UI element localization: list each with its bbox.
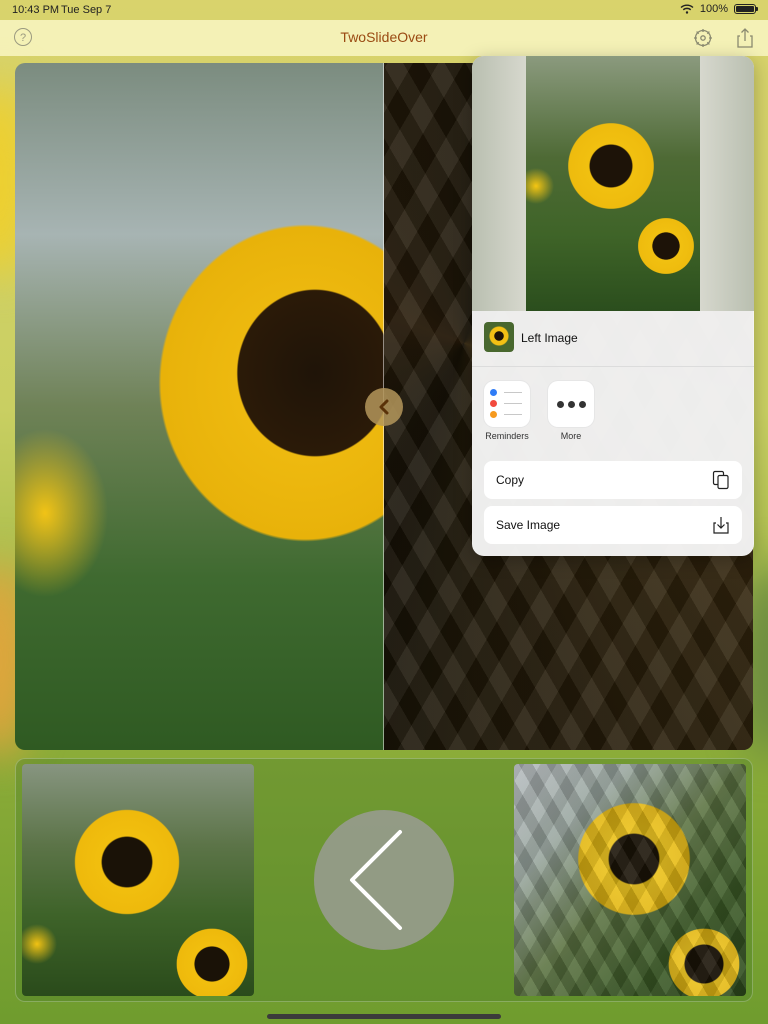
right-image-thumbnail[interactable] xyxy=(514,764,746,996)
wifi-icon xyxy=(680,4,694,14)
share-header: Left Image xyxy=(472,311,754,367)
app-title: TwoSlideOver xyxy=(340,29,428,45)
left-image-photo xyxy=(15,63,384,750)
status-bar: 10:43 PM Tue Sep 7 100% xyxy=(0,0,768,20)
save-image-label: Save Image xyxy=(496,518,561,532)
more-icon xyxy=(548,381,594,427)
chevron-left-icon xyxy=(379,399,389,415)
share-item-title: Left Image xyxy=(521,331,578,345)
battery-percent: 100% xyxy=(699,3,728,15)
reminders-icon xyxy=(484,381,530,427)
save-image-action[interactable]: Save Image xyxy=(484,506,742,544)
save-image-icon xyxy=(713,517,729,534)
chevron-left-icon xyxy=(350,830,402,930)
share-app-reminders[interactable]: Reminders xyxy=(483,381,531,441)
settings-gear-icon[interactable] xyxy=(692,27,714,49)
share-sheet: Left Image Reminders More Copy Save Imag… xyxy=(472,56,754,556)
battery-icon xyxy=(734,4,758,14)
home-indicator[interactable] xyxy=(267,1014,501,1019)
copy-action[interactable]: Copy xyxy=(484,461,742,499)
share-item-thumbnail xyxy=(484,322,514,352)
share-preview xyxy=(472,56,754,311)
left-image-thumbnail[interactable] xyxy=(22,764,254,996)
share-preview-image xyxy=(526,56,700,311)
share-app-label: More xyxy=(560,431,582,441)
navigation-bar: ? TwoSlideOver xyxy=(0,20,768,56)
copy-icon xyxy=(712,470,729,490)
slider-handle[interactable] xyxy=(365,388,403,426)
status-date: Tue Sep 7 xyxy=(61,4,112,16)
share-app-more[interactable]: More xyxy=(547,381,595,441)
back-button[interactable] xyxy=(314,810,454,950)
status-time: 10:43 PM xyxy=(12,4,60,16)
copy-label: Copy xyxy=(496,473,525,487)
share-app-label: Reminders xyxy=(485,431,529,441)
share-icon[interactable] xyxy=(734,27,756,49)
